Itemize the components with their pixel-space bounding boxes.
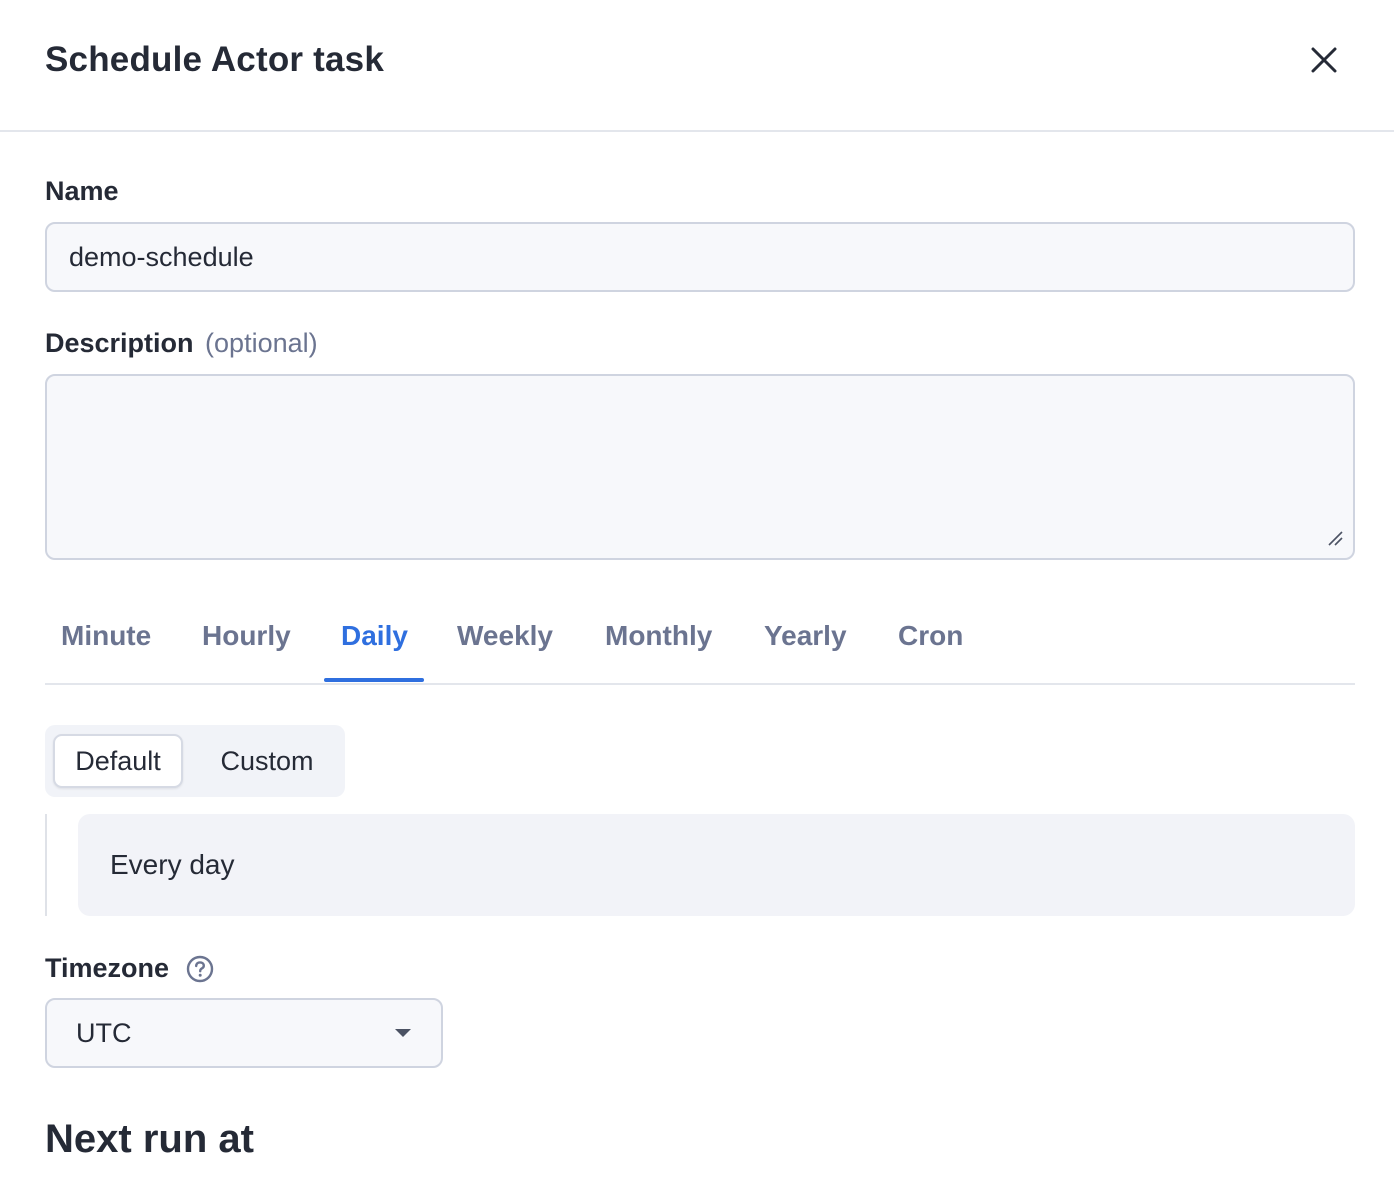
tab-weekly[interactable]: Weekly [457,620,553,652]
close-icon [1311,47,1337,73]
schedule-summary: Every day [78,814,1355,916]
active-tab-indicator [324,678,424,682]
caret-down-icon [395,1029,411,1037]
tab-daily[interactable]: Daily [341,620,408,652]
question-circle-icon[interactable] [186,955,214,983]
description-label: Description (optional) [45,328,318,359]
timezone-label: Timezone [45,953,170,983]
tab-monthly[interactable]: Monthly [605,620,712,652]
mode-toggle: Default Custom [45,725,345,797]
custom-option[interactable]: Custom [197,734,337,788]
tab-hourly[interactable]: Hourly [202,620,291,652]
dialog-title: Schedule Actor task [45,40,385,79]
tab-minute[interactable]: Minute [61,620,151,652]
resize-handle-icon[interactable] [1327,530,1343,546]
tab-cron[interactable]: Cron [898,620,963,652]
name-input[interactable]: demo-schedule [45,222,1355,292]
close-button[interactable] [1302,38,1346,82]
description-textarea[interactable] [45,374,1355,560]
name-label: Name [45,176,119,206]
default-option[interactable]: Default [53,734,183,788]
optional-hint: (optional) [205,328,318,358]
summary-divider [45,814,47,916]
description-label-text: Description [45,328,194,358]
frequency-tabs: Minute Hourly Daily Weekly Monthly Yearl… [45,600,1355,685]
name-input-value: demo-schedule [69,241,254,272]
next-run-heading: Next run at [45,1117,254,1161]
timezone-value: UTC [76,1017,132,1048]
dialog-header: Schedule Actor task [0,0,1394,132]
schedule-summary-text: Every day [110,849,235,880]
timezone-select[interactable]: UTC [45,998,443,1068]
tab-yearly[interactable]: Yearly [764,620,847,652]
